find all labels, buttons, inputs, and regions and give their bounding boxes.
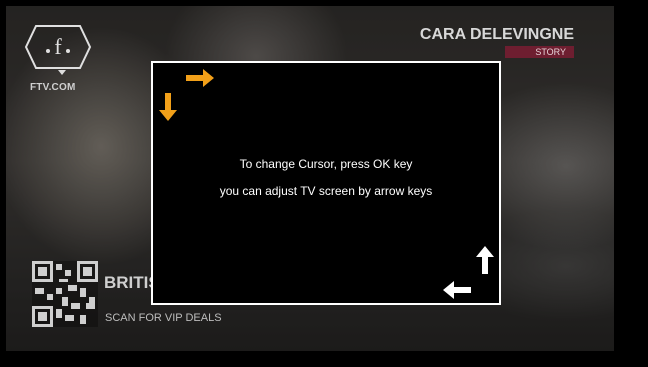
qr-code-icon xyxy=(32,261,98,327)
fashiontv-logo-icon: f xyxy=(24,25,92,69)
svg-text:f: f xyxy=(54,34,62,59)
white-arrow-up-icon xyxy=(476,246,494,274)
screen-adjust-dialog: To change Cursor, press OK key you can a… xyxy=(151,61,501,305)
logo-triangle-icon xyxy=(58,70,66,75)
orange-arrow-right-icon xyxy=(186,69,214,87)
brand-subtitle: FTV.COM xyxy=(30,82,76,93)
dialog-line-2: you can adjust TV screen by arrow keys xyxy=(219,184,433,198)
dialog-line-1: To change Cursor, press OK key xyxy=(239,157,413,171)
story-badge: STORY xyxy=(505,46,574,58)
white-arrow-left-icon xyxy=(443,281,471,299)
scan-label: SCAN FOR VIP DEALS xyxy=(105,312,222,324)
orange-arrow-down-icon xyxy=(159,93,177,121)
celebrity-name: CARA DELEVINGNE xyxy=(419,26,574,43)
